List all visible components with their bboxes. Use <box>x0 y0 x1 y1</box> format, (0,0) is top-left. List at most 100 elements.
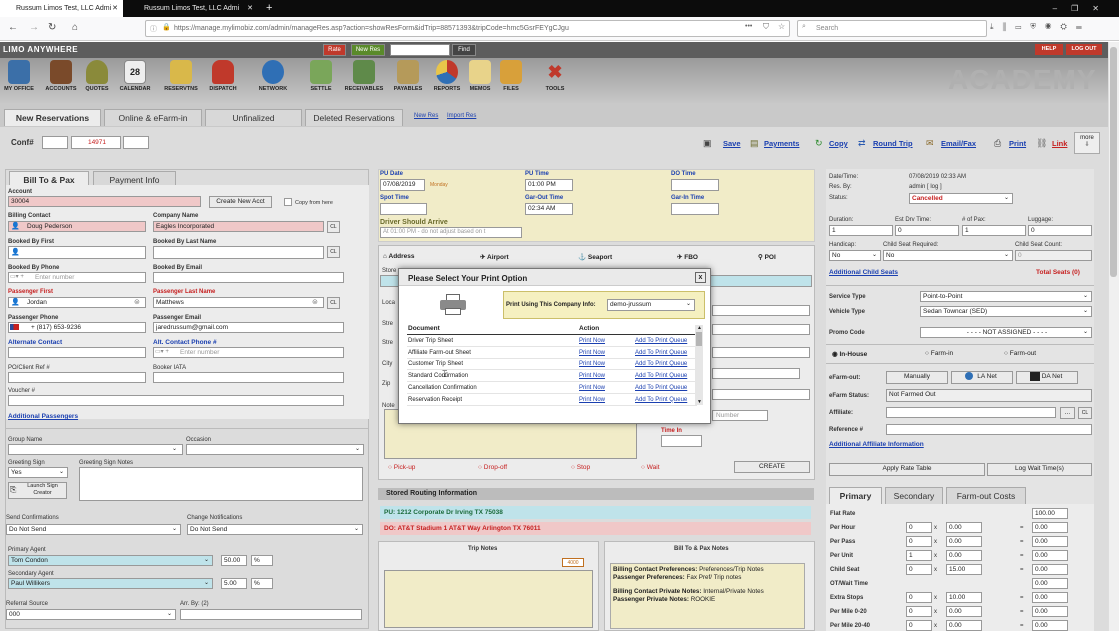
rate-amount-input[interactable]: 0.00 <box>946 550 982 561</box>
status-select[interactable]: Cancelled <box>909 193 1013 204</box>
accounts-icon[interactable]: ACCOUNTS <box>43 60 79 92</box>
additional-affiliate-link[interactable]: Additional Affiliate Information <box>829 441 924 448</box>
secondary-agent-select[interactable]: Paul Willikers <box>8 578 213 589</box>
create-account-button[interactable]: Create New Acct <box>209 196 272 208</box>
launch-sign-creator-button[interactable]: Launch Sign Creator <box>8 482 67 499</box>
rate-amount-input[interactable]: 0.00 <box>946 606 982 617</box>
dispatch-icon[interactable]: DISPATCH <box>204 60 242 92</box>
stop-type-stop[interactable]: ○ Stop <box>571 464 590 471</box>
group-name-select[interactable] <box>8 444 183 455</box>
receivables-icon[interactable]: RECEIVABLES <box>340 60 388 92</box>
pocket-icon[interactable]: ⛉ <box>763 22 769 32</box>
send-confirmations-select[interactable]: Do Not Send <box>6 524 181 535</box>
rate-qty-input[interactable]: 0 <box>906 620 932 631</box>
tools-icon[interactable]: ✖ TOOLS <box>538 60 572 92</box>
spot-time-input[interactable] <box>380 203 427 215</box>
child-seat-required-select[interactable]: No <box>883 250 1013 261</box>
print-now-link[interactable]: Print Now <box>579 383 605 394</box>
my-office-icon[interactable]: MY OFFICE <box>0 60 38 92</box>
payables-icon[interactable]: PAYABLES <box>389 60 427 92</box>
account-input[interactable]: 30004 <box>8 196 201 207</box>
forward-icon[interactable]: → <box>29 22 39 33</box>
primary-agent-pct-input[interactable]: 50.00 <box>221 555 247 566</box>
farmout-radio[interactable]: ○ Farm-out <box>1004 350 1036 357</box>
promo-code-select[interactable]: - - - - NOT ASSIGNED - - - - <box>920 327 1092 338</box>
print-now-link[interactable]: Print Now <box>579 395 605 406</box>
routing-dropoff[interactable]: DO: AT&T Stadium 1 AT&T Way Arlington TX… <box>380 522 811 535</box>
rate-qty-input[interactable]: 0 <box>906 522 932 533</box>
loc-type-address[interactable]: ⌂ Address <box>383 253 415 260</box>
voucher-input[interactable] <box>8 395 344 406</box>
rate-button[interactable]: Rate <box>323 44 346 56</box>
tab-primary-rates[interactable]: Primary <box>829 487 882 504</box>
close-icon[interactable]: ✕ <box>112 0 118 17</box>
stop-type-wait[interactable]: ○ Wait <box>641 464 660 471</box>
scroll-up-icon[interactable]: ▲ <box>697 325 702 331</box>
booked-last-input[interactable] <box>153 246 324 259</box>
print-now-link[interactable]: Print Now <box>579 371 605 382</box>
import-res-link[interactable]: Import Res <box>447 113 476 119</box>
alt-contact-phone-link[interactable]: Alt. Contact Phone # <box>153 339 217 346</box>
gar-in-input[interactable] <box>671 203 719 215</box>
affiliate-input[interactable] <box>886 407 1056 418</box>
reload-icon[interactable]: ↻ <box>48 22 56 33</box>
rate-amount-input[interactable]: 0.00 <box>946 522 982 533</box>
bookmark-star-icon[interactable]: ☆ <box>778 22 785 31</box>
loc-type-poi[interactable]: ⚲ POI <box>758 253 776 261</box>
trip-notes-textarea[interactable] <box>384 570 593 628</box>
secondary-agent-pct-input[interactable]: 5.00 <box>221 578 247 589</box>
farmin-radio[interactable]: ○ Farm-in <box>925 350 953 357</box>
back-icon[interactable]: ← <box>8 22 18 33</box>
company-input[interactable]: Eagles Incorporated <box>153 221 324 232</box>
home-icon[interactable]: ⌂ <box>72 22 78 33</box>
booked-phone-input[interactable]: Enter number <box>8 272 146 283</box>
files-icon[interactable]: FILES <box>497 60 525 92</box>
arr-by-select[interactable] <box>180 609 362 620</box>
new-tab-icon[interactable]: + <box>262 0 278 17</box>
rate-amount-input[interactable]: 15.00 <box>946 564 982 575</box>
us-flag-icon[interactable] <box>10 324 19 330</box>
child-seat-count-input[interactable]: 0 <box>1015 250 1092 261</box>
save-button[interactable]: Save <box>723 139 741 148</box>
round-trip-button[interactable]: Round Trip <box>873 139 913 148</box>
routing-pickup[interactable]: PU: 1212 Corporate Dr Irving TX 75038 <box>380 506 811 519</box>
window-controls-icon[interactable]: –❐✕ <box>1053 0 1113 17</box>
add-to-print-queue-link[interactable]: Add To Print Queue <box>635 395 687 406</box>
additional-passengers-link[interactable]: Additional Passengers <box>8 413 78 420</box>
rate-qty-input[interactable]: 0 <box>906 592 932 603</box>
reference-input[interactable] <box>886 424 1092 435</box>
pu-date-input[interactable]: 07/08/2019 <box>380 179 425 191</box>
primary-agent-select[interactable]: Tom Condon <box>8 555 213 566</box>
tab-unfinalized[interactable]: Unfinalized <box>205 109 302 126</box>
driver-should-arrive-select[interactable]: At 01:00 PM - do not adjust based on t <box>380 227 522 238</box>
toolbar-icons[interactable]: ⤓⫼▭⛨◉⛭☰ <box>990 22 1091 32</box>
affiliate-cl-button[interactable]: CL <box>1078 407 1092 419</box>
vehicle-type-select[interactable]: Sedan Towncar (SED) <box>920 306 1092 317</box>
add-to-print-queue-link[interactable]: Add To Print Queue <box>635 348 687 359</box>
alternate-contact-input[interactable] <box>8 347 146 358</box>
payments-button[interactable]: Payments <box>764 139 799 148</box>
additional-child-seats-link[interactable]: Additional Child Seats <box>829 269 898 276</box>
alt-contact-phone-input[interactable]: Enter number <box>153 347 344 358</box>
memos-icon[interactable]: MEMOS <box>466 60 494 92</box>
rate-total-input[interactable]: 0.00 <box>1032 536 1068 547</box>
add-to-print-queue-link[interactable]: Add To Print Queue <box>635 359 687 370</box>
number-input[interactable]: Number <box>712 410 768 421</box>
rate-total-input[interactable]: 100.00 <box>1032 508 1068 519</box>
rate-total-input[interactable]: 0.00 <box>1032 578 1068 589</box>
secondary-agent-pct-select[interactable]: % <box>251 578 273 589</box>
loc-type-seaport[interactable]: ⚓ Seaport <box>578 253 612 261</box>
rate-total-input[interactable]: 0.00 <box>1032 550 1068 561</box>
gar-out-input[interactable]: 02:34 AM <box>525 203 573 215</box>
company-info-select[interactable]: demo-jrussum <box>607 299 695 311</box>
print-now-link[interactable]: Print Now <box>579 336 605 347</box>
tab-farmout-costs[interactable]: Farm-out Costs <box>946 487 1026 504</box>
logout-button[interactable]: LOG OUT <box>1066 44 1102 55</box>
search-input[interactable]: Search <box>797 20 987 37</box>
est-drv-input[interactable]: 0 <box>895 225 959 236</box>
conf-number-input[interactable]: 14971 <box>71 136 121 149</box>
passenger-email-input[interactable]: jaredrussum@gmail.com <box>153 322 344 333</box>
booked-email-input[interactable] <box>153 272 344 283</box>
rate-qty-input[interactable]: 1 <box>906 550 932 561</box>
flag-dropdown-icon[interactable]: ▭▾ + <box>155 348 169 355</box>
